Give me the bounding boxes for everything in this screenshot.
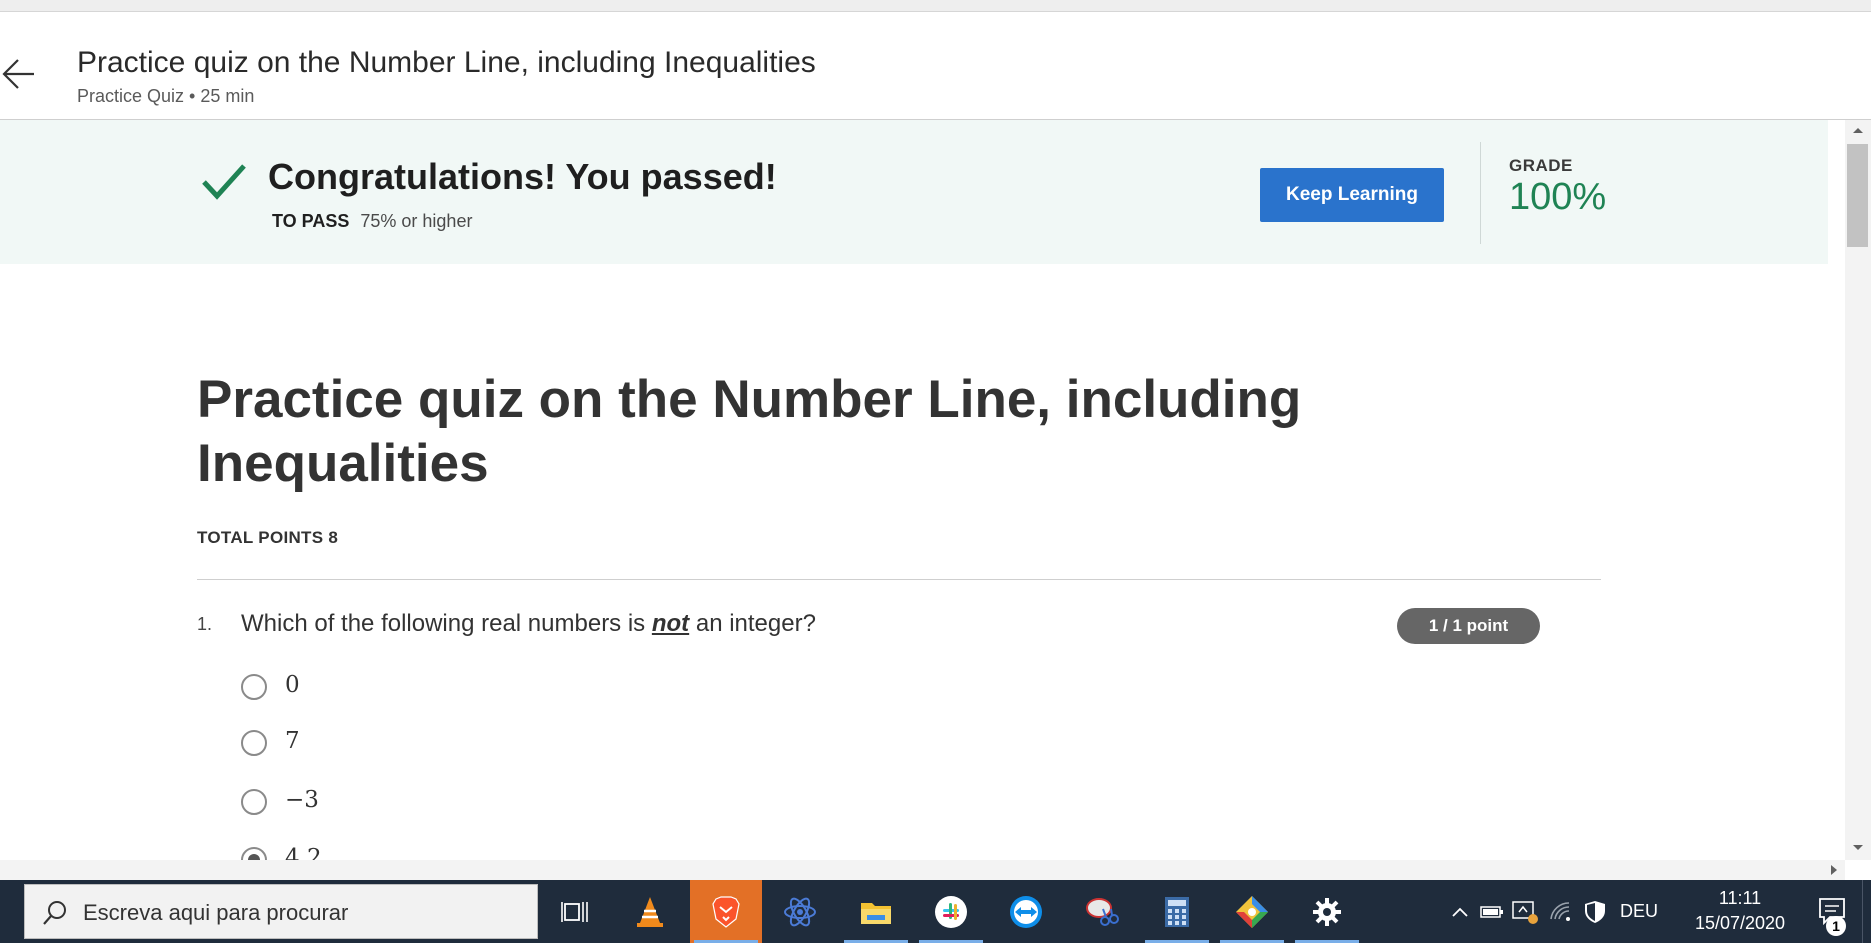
wifi-tray-button[interactable]: [1546, 880, 1576, 943]
battery-tray-button[interactable]: [1478, 880, 1506, 943]
header-title: Practice quiz on the Number Line, includ…: [77, 46, 816, 79]
snipping-tool-icon: [1086, 897, 1119, 926]
to-pass-info: TO PASS 75% or higher: [272, 211, 472, 232]
clock-date: 15/07/2020: [1694, 913, 1786, 933]
clock-time: 11:11: [1718, 888, 1762, 908]
scrollbar-thumb[interactable]: [1847, 144, 1868, 247]
language-indicator[interactable]: DEU: [1614, 880, 1664, 943]
radio-button[interactable]: [241, 789, 267, 815]
result-banner: Congratulations! You passed! TO PASS 75%…: [0, 120, 1828, 264]
windows-taskbar: Escreva aqui para procurar DEU 11:11 15/…: [0, 880, 1871, 943]
chevron-up-icon: [1452, 907, 1468, 917]
question-text: Which of the following real numbers is n…: [241, 610, 816, 638]
points-badge: 1 / 1 point: [1397, 608, 1540, 644]
main-content: Congratulations! You passed! TO PASS 75%…: [0, 120, 1845, 860]
language-label: DEU: [1619, 901, 1658, 921]
grade-label: GRADE: [1509, 156, 1573, 175]
vertical-scrollbar[interactable]: [1845, 120, 1871, 860]
to-pass-label: TO PASS: [272, 211, 350, 231]
teamviewer-app[interactable]: [990, 880, 1062, 943]
taskbar-clock[interactable]: 11:11 15/07/2020: [1680, 886, 1800, 936]
quiz-header: Practice quiz on the Number Line, includ…: [0, 12, 1871, 120]
keep-learning-button[interactable]: Keep Learning: [1260, 168, 1444, 222]
slack-app[interactable]: [915, 880, 987, 943]
file-explorer-app[interactable]: [840, 880, 912, 943]
onedrive-tray-button[interactable]: [1510, 880, 1540, 943]
taskbar-search-box[interactable]: Escreva aqui para procurar: [24, 884, 538, 939]
settings-icon: [1313, 897, 1341, 926]
task-view-button[interactable]: [539, 880, 611, 943]
battery-icon: [1480, 905, 1503, 918]
teamviewer-icon: [1010, 895, 1042, 928]
header-subtitle: Practice Quiz • 25 min: [77, 86, 255, 106]
search-placeholder: Escreva aqui para procurar: [83, 900, 349, 925]
banner-title: Congratulations! You passed!: [268, 156, 777, 197]
atom-app[interactable]: [764, 880, 836, 943]
banner-divider: [1480, 142, 1481, 244]
checkmark-icon: [202, 164, 246, 200]
to-pass-value: 75% or higher: [360, 211, 473, 231]
calculator-app[interactable]: [1141, 880, 1213, 943]
option-label: −3: [285, 787, 319, 813]
wifi-icon: [1550, 901, 1570, 921]
scroll-up-icon[interactable]: [1845, 120, 1871, 140]
divider: [197, 579, 1601, 580]
search-icon: [43, 901, 66, 925]
total-points: TOTAL POINTS 8: [197, 528, 339, 547]
slack-icon: [935, 895, 967, 928]
file-explorer-icon: [861, 902, 891, 924]
calculator-icon: [1165, 896, 1189, 927]
scroll-right-icon[interactable]: [1823, 860, 1845, 880]
snipping-tool-app[interactable]: [1066, 880, 1138, 943]
security-tray-button[interactable]: [1580, 880, 1610, 943]
question-text-emphasis: not: [651, 610, 690, 637]
shield-icon: [1585, 900, 1605, 923]
atom-icon: [784, 897, 816, 926]
brave-browser-app[interactable]: [690, 880, 762, 943]
show-hidden-icons-button[interactable]: [1448, 880, 1472, 943]
sync-status-icon: [1512, 900, 1538, 924]
settings-app[interactable]: [1291, 880, 1363, 943]
question-text-after: an integer?: [689, 610, 816, 637]
back-button[interactable]: [0, 48, 40, 100]
question-number: 1.: [197, 614, 213, 634]
brave-browser-icon: [712, 895, 740, 928]
question-text-before: Which of the following real numbers is: [241, 610, 652, 637]
radio-button[interactable]: [241, 730, 267, 756]
option-label: 7: [285, 728, 300, 754]
scroll-down-icon[interactable]: [1845, 838, 1871, 858]
radio-button[interactable]: [241, 674, 267, 700]
vlc-app[interactable]: [614, 880, 686, 943]
task-view-icon: [561, 901, 588, 922]
git-app[interactable]: [1216, 880, 1288, 943]
vlc-icon: [637, 896, 663, 927]
git-icon: [1236, 895, 1268, 928]
notification-badge: 1: [1826, 916, 1846, 936]
arrow-left-icon: [2, 59, 34, 89]
grade-value: 100%: [1509, 176, 1607, 218]
browser-top-strip: [0, 0, 1871, 12]
option-label: 4.2: [285, 845, 322, 860]
page-title: Practice quiz on the Number Line, includ…: [197, 370, 1302, 493]
show-desktop-button[interactable]: [1862, 880, 1871, 943]
option-label: 0: [285, 672, 300, 698]
radio-button-selected[interactable]: [241, 847, 267, 860]
horizontal-scrollbar[interactable]: [0, 860, 1845, 880]
action-center-button[interactable]: 1: [1806, 880, 1858, 943]
